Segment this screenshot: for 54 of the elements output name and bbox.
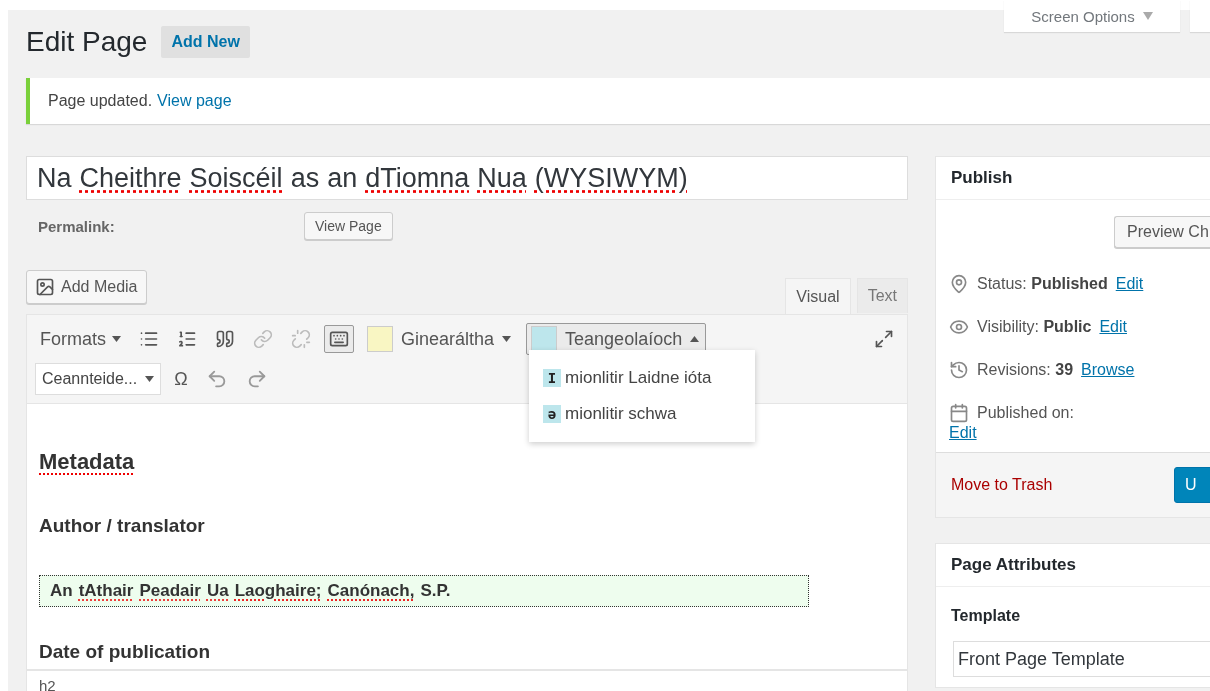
panel-title: Page Attributes [936,544,1210,587]
heading-select[interactable]: Ceannteide... [35,363,162,395]
caret-icon [145,376,155,382]
toolbar-toggle-button[interactable] [324,325,354,353]
caret-icon [502,336,512,342]
fullscreen-icon [874,329,894,349]
add-media-button[interactable]: Add Media [26,270,147,304]
edit-link[interactable]: Browse [1081,360,1135,379]
numbered-list-icon [177,329,197,349]
editor-tab[interactable]: Visual [785,278,851,314]
menu-item[interactable]: ə mionlitir schwa [529,396,755,432]
update-button[interactable]: U [1174,467,1210,503]
pin-icon [949,273,969,294]
editor-tab[interactable]: Text [856,278,908,313]
view-page-link[interactable]: View page [157,92,232,110]
title-field[interactable]: Na Cheithre Soiscéil as an dTiomna Nua (WYSIWYM) [26,156,908,200]
link-icon [253,329,273,349]
view-page-button[interactable]: View Page [304,212,393,240]
quote-icon [215,329,235,349]
bullet-list-icon [139,329,159,349]
heading: Date of publication [39,641,211,663]
edit-link[interactable]: Edit [1115,274,1144,293]
caret-icon [1142,12,1153,20]
style-dropdown[interactable]: Ginearáltha [362,323,519,355]
screen-options-tab[interactable]: Screen Options [1004,0,1180,32]
heading: Author / translator [39,515,206,537]
keyboard-icon [329,329,349,349]
caret-icon [690,336,700,342]
add-new-button[interactable]: Add New [161,26,250,58]
template-label: Template [951,607,1022,625]
calendar-icon [949,402,969,423]
broken-link-icon [291,329,311,349]
special-character-button[interactable]: Ω [169,364,193,394]
publish-field: Revisions: 39 [977,360,1074,379]
publish-field: Visibility: Public [977,317,1092,336]
notice-text: Page updated. [48,92,153,110]
heading: Metadata [39,449,136,475]
move-to-trash-link[interactable]: Move to Trash [951,476,1053,494]
page-title: Edit Page [26,26,148,58]
panel-title: Publish [936,157,1210,200]
edit-link[interactable]: Edit [1099,317,1127,336]
element-path: h2 [26,670,908,691]
menu-item[interactable]: I mionlitir Laidne ióta [529,360,755,396]
formats-dropdown[interactable]: Formats [35,324,126,354]
template-select[interactable]: Front Page Template [953,641,1210,677]
publish-field: Status: Published [977,274,1108,293]
publish-field: Published on: [977,403,1074,422]
media-icon [35,277,55,297]
history-icon [949,359,969,380]
author-paragraph: An tAthair Peadair Ua Laoghaire; Canónach, S.P. [39,575,809,607]
preview-button[interactable]: Preview Ch [1114,216,1210,248]
permalink-label: Permalink: [38,217,116,235]
caret-icon [112,336,121,342]
edit-link[interactable]: Edit [949,424,1210,442]
